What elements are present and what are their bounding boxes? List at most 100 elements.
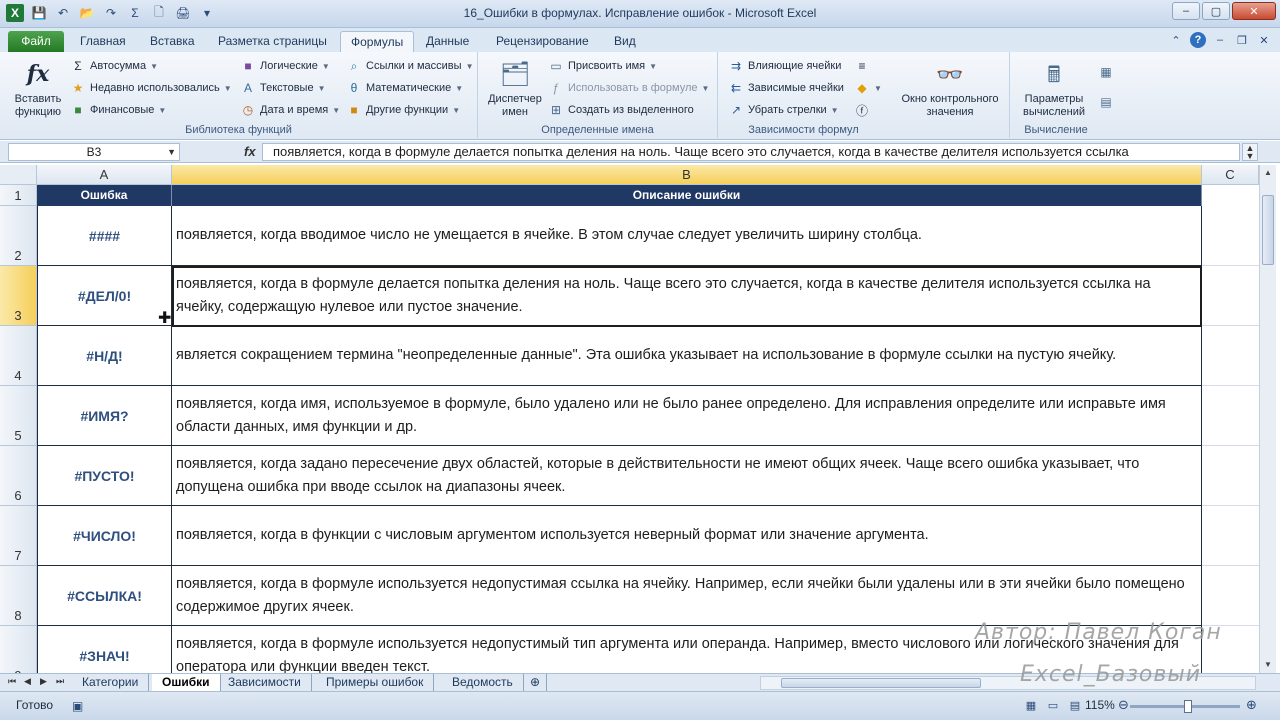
error-description-cell[interactable]: появляется, когда в формуле используется…	[172, 566, 1202, 626]
first-sheet-icon[interactable]: ⏮	[8, 676, 16, 687]
name-box-dropdown-icon[interactable]: ▼	[167, 144, 176, 160]
doc-minimize-icon[interactable]: –	[1212, 32, 1228, 48]
datetime-button[interactable]: ◷ Дата и время ▼	[240, 100, 340, 120]
use-in-formula-button[interactable]: ƒ Использовать в формуле ▼	[548, 78, 710, 98]
tab-formulas[interactable]: Формулы	[340, 31, 415, 52]
column-header-b[interactable]: B	[172, 165, 1202, 185]
error-description-cell[interactable]: появляется, когда имя, используемое в фо…	[172, 386, 1202, 446]
row-header[interactable]: 4	[0, 326, 37, 386]
error-code-cell[interactable]: #Н/Д!	[37, 326, 172, 386]
sheet-tab-error-examples[interactable]: Примеры ошибок	[316, 674, 435, 691]
zoom-in-icon[interactable]: ⊕	[1246, 697, 1257, 713]
row-header[interactable]: 6	[0, 446, 37, 506]
window-controls: – ▢ ✕	[1172, 2, 1276, 20]
error-description-cell[interactable]: появляется, когда задано пересечение дву…	[172, 446, 1202, 506]
row-header[interactable]: 7	[0, 506, 37, 566]
error-description-cell[interactable]: появляется, когда в функции с числовым а…	[172, 506, 1202, 566]
row-header[interactable]: 8	[0, 566, 37, 626]
zoom-out-icon[interactable]: ⊖	[1118, 697, 1129, 713]
lookup-button[interactable]: ⌕ Ссылки и массивы ▼	[346, 56, 474, 76]
tab-home[interactable]: Главная	[70, 31, 136, 52]
vertical-scrollbar[interactable]: ▲ ▼	[1259, 165, 1276, 673]
row-header[interactable]: 1	[0, 185, 37, 206]
tab-data[interactable]: Данные	[416, 31, 479, 52]
trace-precedents-button[interactable]: ⇉ Влияющие ячейки	[728, 56, 841, 76]
vertical-scroll-thumb[interactable]	[1262, 195, 1274, 265]
doc-close-icon[interactable]: ✕	[1256, 32, 1272, 48]
header-cell-error[interactable]: Ошибка	[37, 185, 172, 206]
doc-restore-icon[interactable]: ❐	[1234, 32, 1250, 48]
header-cell-description[interactable]: Описание ошибки	[172, 185, 1202, 206]
error-code-cell[interactable]: #ДЕЛ/0!	[37, 266, 172, 326]
error-description-cell[interactable]: появляется, когда вводимое число не умещ…	[172, 206, 1202, 266]
select-all-corner[interactable]	[0, 165, 37, 185]
horizontal-scrollbar[interactable]	[760, 676, 1256, 690]
text-button[interactable]: A Текстовые ▼	[240, 78, 326, 98]
formula-bar-scroll[interactable]: ▲ ▼	[1242, 143, 1258, 161]
evaluate-formula-button[interactable]: ⓕ	[854, 100, 870, 120]
show-formulas-button[interactable]: ≡	[854, 56, 870, 76]
error-code-cell[interactable]: #ИМЯ?	[37, 386, 172, 446]
other-functions-button[interactable]: ■ Другие функции ▼	[346, 100, 460, 120]
name-box[interactable]: B3 ▼	[8, 143, 180, 161]
column-header-a[interactable]: A	[37, 165, 172, 185]
tab-view[interactable]: Вид	[604, 31, 646, 52]
financial-button[interactable]: ■ Финансовые ▼	[70, 100, 166, 120]
tab-file[interactable]: Файл	[8, 31, 64, 52]
logical-button[interactable]: ■ Логические ▼	[240, 56, 329, 76]
calc-now-button[interactable]: ▦	[1098, 62, 1114, 82]
page-layout-view-icon[interactable]: ▭	[1044, 696, 1062, 714]
watch-window-button[interactable]: 👓 Окно контрольного значения	[892, 58, 1008, 119]
insert-function-fx-icon[interactable]: fx	[244, 144, 256, 159]
next-sheet-icon[interactable]: ▶	[40, 676, 47, 687]
error-code-cell[interactable]: #ПУСТО!	[37, 446, 172, 506]
assign-name-button[interactable]: ▭ Присвоить имя ▼	[548, 56, 657, 76]
tab-review[interactable]: Рецензирование	[486, 31, 599, 52]
help-icon[interactable]: ?	[1190, 32, 1206, 48]
minimize-button[interactable]: –	[1172, 2, 1200, 20]
prev-sheet-icon[interactable]: ◀	[24, 676, 31, 687]
page-break-view-icon[interactable]: ▤	[1066, 696, 1084, 714]
scroll-down-icon[interactable]: ▼	[1260, 657, 1276, 673]
sheet-tab-categories[interactable]: Категории	[72, 674, 150, 691]
calc-sheet-icon: ▤	[1100, 95, 1112, 109]
create-from-selection-button[interactable]: ⊞ Создать из выделенного	[548, 100, 694, 120]
insert-function-button[interactable]: fx Вставить функцию	[10, 58, 66, 119]
error-description-cell[interactable]: появляется, когда в формуле делается поп…	[172, 266, 1202, 326]
autosum-button[interactable]: Σ Автосумма ▼	[70, 56, 158, 76]
insert-sheet-icon[interactable]: ⊕	[524, 674, 548, 691]
normal-view-icon[interactable]: ▦	[1022, 696, 1040, 714]
row-header[interactable]: 3	[0, 266, 37, 326]
sheet-tab-errors[interactable]: Ошибки	[152, 674, 221, 691]
horizontal-scroll-thumb[interactable]	[781, 678, 981, 688]
scroll-up-icon[interactable]: ▲	[1260, 165, 1276, 181]
formula-input[interactable]: появляется, когда в формуле делается поп…	[262, 143, 1240, 161]
error-code-cell[interactable]: ####	[37, 206, 172, 266]
trace-dependents-button[interactable]: ⇇ Зависимые ячейки	[728, 78, 844, 98]
zoom-slider[interactable]	[1130, 700, 1240, 713]
error-code-cell[interactable]: #ССЫЛКА!	[37, 566, 172, 626]
recent-functions-button[interactable]: ★ Недавно использовались ▼	[70, 78, 232, 98]
error-code-cell[interactable]: #ЧИСЛО!	[37, 506, 172, 566]
name-manager-button[interactable]: 🗂 Диспетчер имен	[484, 58, 546, 119]
tab-page-layout[interactable]: Разметка страницы	[208, 31, 337, 52]
zoom-slider-knob[interactable]	[1184, 700, 1192, 713]
maximize-button[interactable]: ▢	[1202, 2, 1230, 20]
tab-insert[interactable]: Вставка	[140, 31, 205, 52]
ribbon-collapse-icon[interactable]: ⌃	[1168, 32, 1184, 48]
math-button[interactable]: θ Математические ▼	[346, 78, 464, 98]
macro-record-icon[interactable]: ▣	[72, 699, 83, 713]
row-header[interactable]: 5	[0, 386, 37, 446]
sheet-tab-dependencies[interactable]: Зависимости	[218, 674, 312, 691]
zoom-level[interactable]: 115%	[1085, 698, 1115, 712]
column-header-c[interactable]: C	[1202, 165, 1259, 185]
error-description-cell[interactable]: является сокращением термина "неопределе…	[172, 326, 1202, 386]
calc-options-button[interactable]: 🖩 Параметры вычислений	[1016, 58, 1092, 119]
row-header[interactable]: 2	[0, 206, 37, 266]
error-checking-button[interactable]: ◆ ▼	[854, 78, 882, 98]
last-sheet-icon[interactable]: ⏭	[56, 676, 64, 687]
remove-arrows-button[interactable]: ↗ Убрать стрелки ▼	[728, 100, 839, 120]
calc-sheet-button[interactable]: ▤	[1098, 92, 1114, 112]
close-button[interactable]: ✕	[1232, 2, 1276, 20]
sheet-tab-statement[interactable]: Ведомость	[442, 674, 524, 691]
